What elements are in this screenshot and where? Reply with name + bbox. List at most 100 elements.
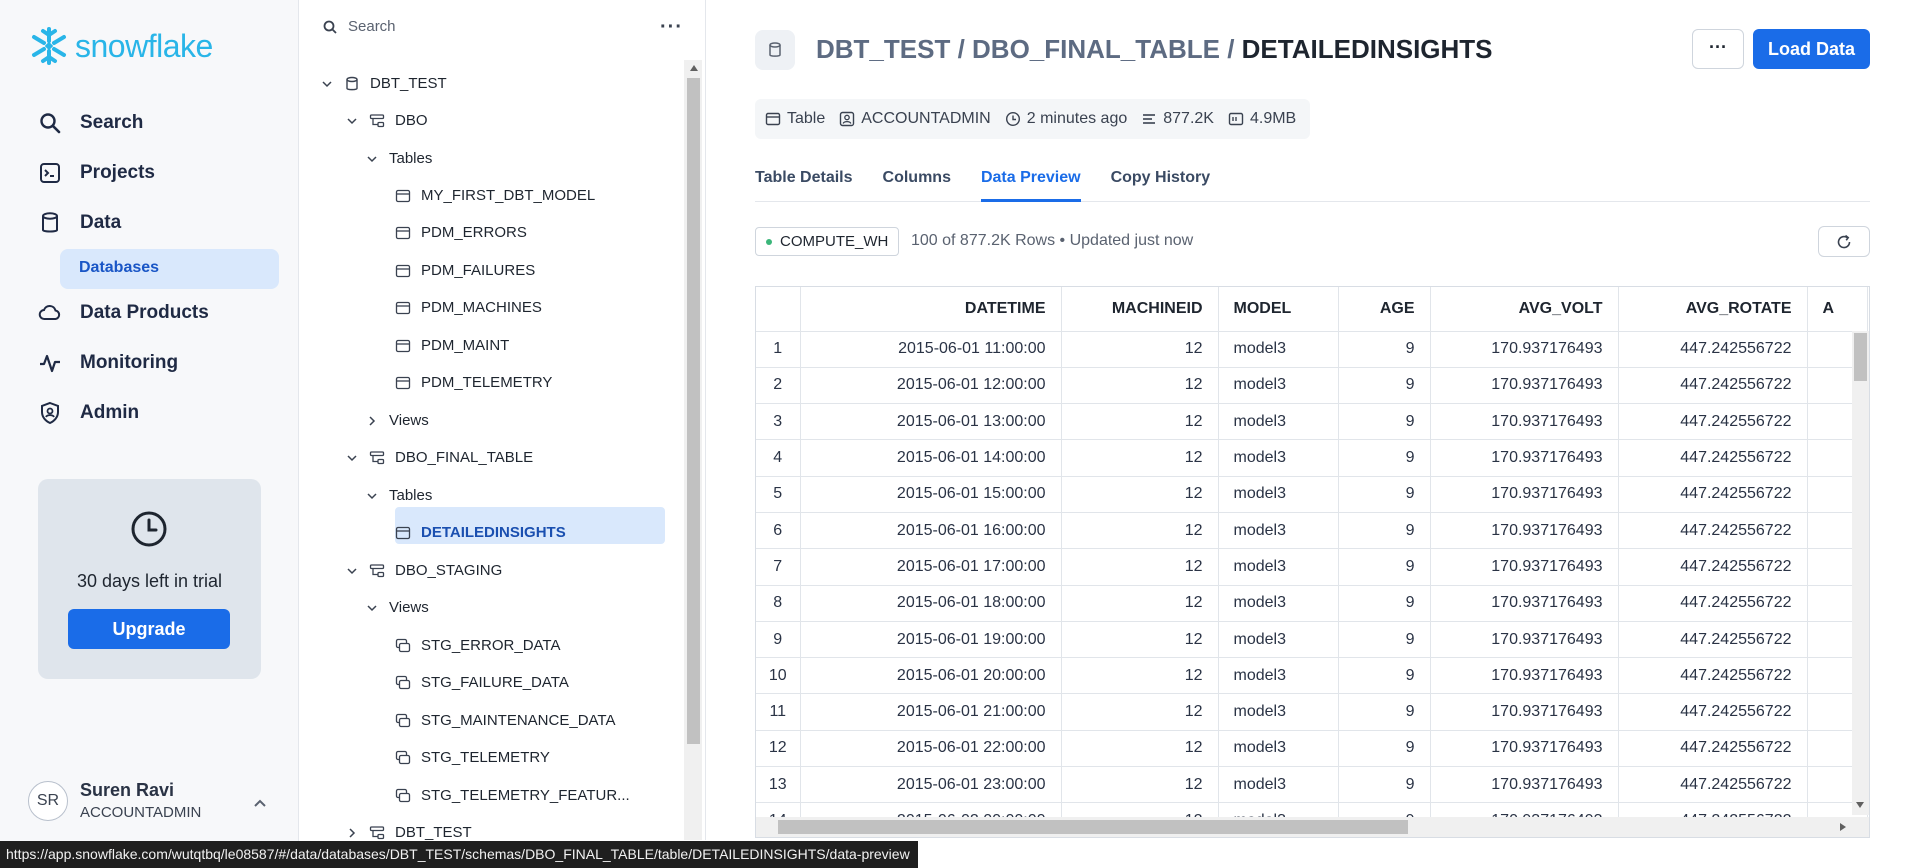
nav-item-data[interactable]: Data [38, 211, 121, 235]
table-cell[interactable]: 2015-06-01 22:00:00 [800, 730, 1062, 768]
scroll-up-icon[interactable] [689, 64, 699, 72]
table-cell[interactable]: 447.242556722 [1618, 476, 1808, 513]
snowflake-logo[interactable]: snowflake [29, 26, 213, 66]
table-cell[interactable]: 170.937176493 [1430, 730, 1619, 768]
table-cell[interactable]: 447.242556722 [1618, 367, 1808, 405]
tree-node-table[interactable]: PDM_MACHINES [395, 299, 542, 316]
column-header[interactable]: MACHINEID [1061, 287, 1219, 332]
table-cell[interactable]: model3 [1218, 331, 1339, 368]
tree-node-table[interactable]: PDM_TELEMETRY [395, 374, 552, 391]
table-cell[interactable]: model3 [1218, 585, 1339, 622]
table-cell[interactable]: 2015-06-01 13:00:00 [800, 403, 1062, 441]
tree-node-table[interactable]: MY_FIRST_DBT_MODEL [395, 187, 595, 204]
table-cell[interactable]: 2015-06-01 23:00:00 [800, 766, 1062, 804]
user-menu[interactable]: SR Suren Ravi ACCOUNTADMIN [28, 780, 201, 821]
tree-node-folder[interactable]: Views [365, 599, 429, 616]
tab-table-details[interactable]: Table Details [755, 166, 853, 202]
table-cell[interactable]: 2015-06-01 12:00:00 [800, 367, 1062, 405]
table-cell[interactable]: 9 [1338, 367, 1431, 405]
table-cell[interactable]: 9 [1338, 439, 1431, 477]
table-cell[interactable]: 447.242556722 [1618, 585, 1808, 622]
table-row[interactable]: 2 2015-06-01 12:00:00 12 model3 9 170.9371764… [756, 367, 1868, 405]
table-cell[interactable]: 9 [1338, 403, 1431, 441]
table-cell[interactable]: 9 [1338, 657, 1431, 695]
table-cell[interactable]: 12 [1061, 548, 1219, 586]
table-row[interactable]: 10 2015-06-01 20:00:00 12 model3 9 170.937176… [756, 657, 1868, 695]
tree-node-table[interactable]: PDM_MAINT [395, 337, 509, 354]
chevron-down-icon[interactable] [345, 451, 359, 465]
breadcrumb-schema[interactable]: DBO_FINAL_TABLE [972, 34, 1220, 64]
tree-scrollbar-thumb[interactable] [687, 78, 700, 744]
table-cell[interactable]: 12 [1061, 585, 1219, 622]
refresh-button[interactable] [1818, 226, 1870, 257]
tree-node-table[interactable]: PDM_FAILURES [395, 262, 535, 279]
table-cell[interactable]: 2015-06-01 21:00:00 [800, 693, 1062, 731]
column-header[interactable]: MODEL [1218, 287, 1339, 332]
tree-node-schema[interactable]: DBT_TEST [345, 824, 472, 840]
table-cell[interactable]: 447.242556722 [1618, 439, 1808, 477]
table-cell[interactable]: 2015-06-01 11:00:00 [800, 331, 1062, 368]
table-row[interactable]: 7 2015-06-01 17:00:00 12 model3 9 170.9371764… [756, 548, 1868, 586]
chevron-right-icon[interactable] [345, 826, 359, 840]
tab-data-preview[interactable]: Data Preview [980, 166, 1081, 202]
table-cell[interactable]: 170.937176493 [1430, 585, 1619, 622]
table-cell[interactable]: 9 [1338, 512, 1431, 550]
table-cell[interactable]: 447.242556722 [1618, 331, 1808, 368]
table-row[interactable]: 3 2015-06-01 13:00:00 12 model3 9 170.9371764… [756, 403, 1868, 441]
table-cell[interactable]: 170.937176493 [1430, 439, 1619, 477]
table-cell[interactable]: 9 [1338, 548, 1431, 586]
table-cell[interactable]: 170.937176493 [1430, 476, 1619, 513]
table-cell[interactable]: 9 [1338, 585, 1431, 622]
table-cell[interactable]: 170.937176493 [1430, 693, 1619, 731]
table-cell[interactable]: model3 [1218, 548, 1339, 586]
table-cell[interactable]: 447.242556722 [1618, 693, 1808, 731]
table-cell[interactable]: 447.242556722 [1618, 548, 1808, 586]
table-cell[interactable]: 12 [1061, 512, 1219, 550]
tree-node-view[interactable]: STG_MAINTENANCE_DATA [395, 712, 615, 729]
tree-node-schema[interactable]: DBO_STAGING [345, 562, 502, 579]
table-cell[interactable]: model3 [1218, 766, 1339, 804]
table-cell[interactable]: 2015-06-01 20:00:00 [800, 657, 1062, 695]
table-cell[interactable]: 447.242556722 [1618, 657, 1808, 695]
tree-search[interactable]: Search [322, 18, 396, 35]
column-header[interactable]: A [1807, 287, 1868, 332]
table-cell[interactable]: 12 [1061, 367, 1219, 405]
table-cell[interactable]: 447.242556722 [1618, 621, 1808, 659]
grid-vertical-scrollbar-thumb[interactable] [1854, 333, 1867, 381]
breadcrumb-database[interactable]: DBT_TEST [816, 34, 950, 64]
tree-node-folder[interactable]: Tables [365, 150, 432, 167]
table-cell[interactable]: 170.937176493 [1430, 367, 1619, 405]
column-header[interactable]: AVG_ROTATE [1618, 287, 1808, 332]
tree-node-table[interactable]: DETAILEDINSIGHTS [395, 524, 566, 541]
table-cell[interactable]: 12 [1061, 657, 1219, 695]
tree-node-table[interactable]: PDM_ERRORS [395, 224, 527, 241]
nav-item-projects[interactable]: Projects [38, 161, 155, 185]
nav-item-admin[interactable]: Admin [38, 401, 139, 425]
table-cell[interactable]: 2015-06-01 14:00:00 [800, 439, 1062, 477]
table-cell[interactable]: 2015-06-01 17:00:00 [800, 548, 1062, 586]
table-cell[interactable]: model3 [1218, 730, 1339, 768]
table-cell[interactable]: 447.242556722 [1618, 512, 1808, 550]
table-cell[interactable]: 447.242556722 [1618, 766, 1808, 804]
table-row[interactable]: 12 2015-06-01 22:00:00 12 model3 9 170.937176… [756, 730, 1868, 768]
table-cell[interactable]: model3 [1218, 439, 1339, 477]
chevron-down-icon[interactable] [345, 114, 359, 128]
table-row[interactable]: 1 2015-06-01 11:00:00 12 model3 9 170.9371764… [756, 331, 1868, 368]
table-cell[interactable]: 12 [1061, 331, 1219, 368]
table-cell[interactable]: 9 [1338, 331, 1431, 368]
chevron-up-icon[interactable] [252, 795, 268, 811]
table-cell[interactable]: model3 [1218, 403, 1339, 441]
table-cell[interactable]: 12 [1061, 730, 1219, 768]
table-cell[interactable]: 2015-06-01 19:00:00 [800, 621, 1062, 659]
chevron-down-icon[interactable] [345, 564, 359, 578]
warehouse-selector[interactable]: COMPUTE_WH [755, 227, 900, 256]
load-data-button[interactable]: Load Data [1753, 29, 1870, 69]
table-cell[interactable]: 12 [1061, 403, 1219, 441]
table-row[interactable]: 4 2015-06-01 14:00:00 12 model3 9 170.9371764… [756, 439, 1868, 477]
table-cell[interactable]: 9 [1338, 476, 1431, 513]
tree-node-view[interactable]: STG_FAILURE_DATA [395, 674, 569, 691]
column-header[interactable]: DATETIME [800, 287, 1062, 332]
table-cell[interactable]: 170.937176493 [1430, 621, 1619, 659]
table-cell[interactable]: 2015-06-01 16:00:00 [800, 512, 1062, 550]
table-cell[interactable]: model3 [1218, 367, 1339, 405]
